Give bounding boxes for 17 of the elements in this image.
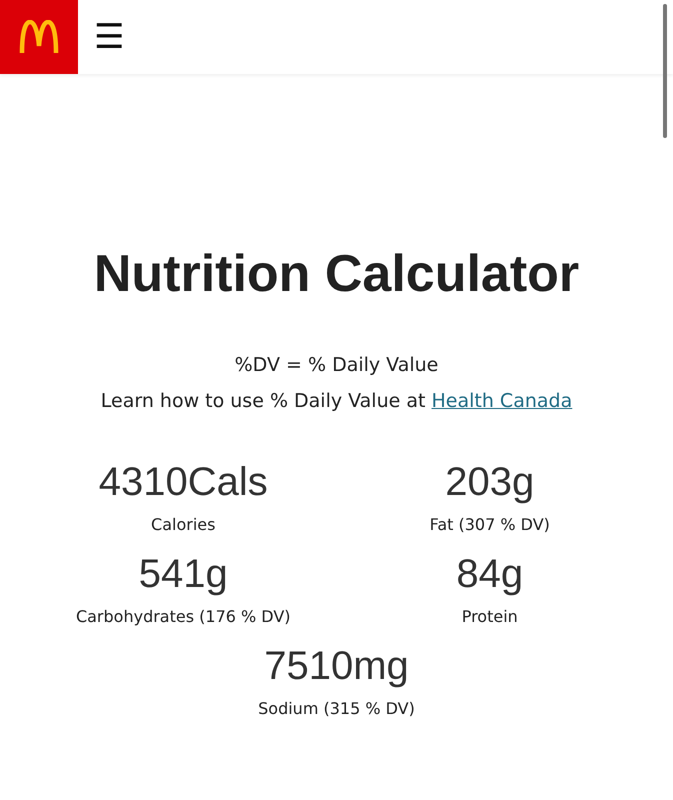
learn-text: Learn how to use % Daily Value at Health Canada xyxy=(100,390,574,412)
logo-icon[interactable] xyxy=(0,0,78,74)
nutrient-value: 7510mg xyxy=(264,644,409,689)
nutrient-value: 203g xyxy=(445,460,534,505)
nutrient-value: 541g xyxy=(138,552,228,597)
health-canada-link[interactable]: Health Canada xyxy=(432,390,572,412)
nutrient-value: 4310Cals xyxy=(98,460,268,505)
nutrient-label: Protein xyxy=(462,607,518,626)
legend-text: %DV = % Daily Value xyxy=(234,354,440,376)
nutrient-label: Calories xyxy=(151,515,216,534)
nutrient-label: Carbohydrates (176 % DV) xyxy=(76,607,291,626)
nutrient-value: 84g xyxy=(456,552,524,597)
scrollbar[interactable] xyxy=(663,4,667,138)
menu-button[interactable]: ☰ xyxy=(94,20,124,54)
nutrient-label: Fat (307 % DV) xyxy=(430,515,550,534)
nutrient-label: Sodium (315 % DV) xyxy=(258,699,415,718)
page-title: Nutrition Calculator xyxy=(92,244,580,304)
